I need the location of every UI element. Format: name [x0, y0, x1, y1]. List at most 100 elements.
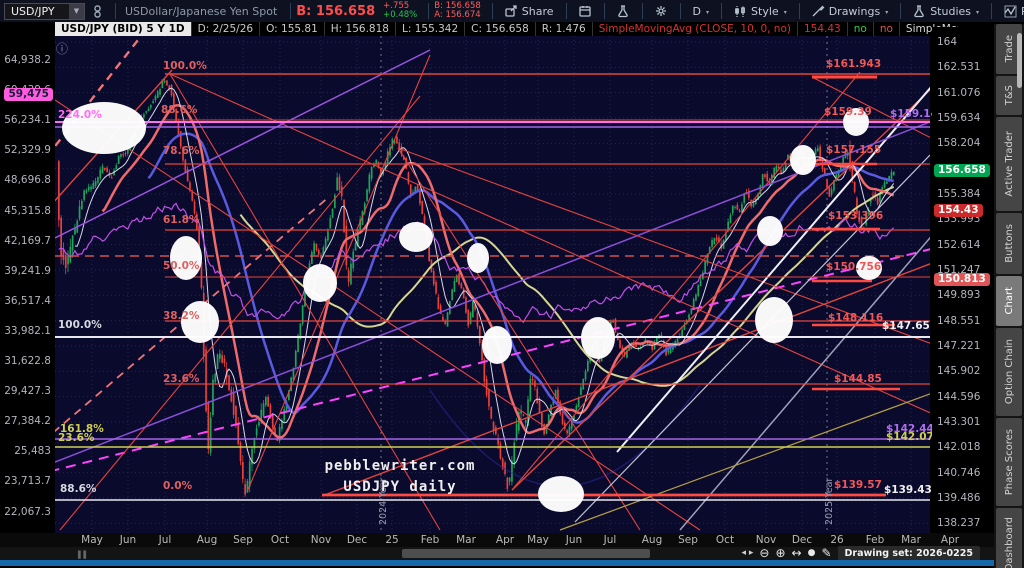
tab-phase-scores[interactable]: Phase Scores	[996, 418, 1022, 506]
fib-level-label[interactable]: 224.0%	[58, 110, 102, 121]
study-flag: no	[848, 22, 874, 36]
style-button[interactable]: Style ▾	[727, 5, 794, 18]
horizontal-scrollbar[interactable]: ▌▌ ◂ ▸ ⊖ ⊕ ↔ ● ✎ Drawing set: 2026-0225	[0, 545, 994, 561]
price-level-label[interactable]: $161.943	[826, 59, 881, 70]
symbol-input[interactable]: USD/JPY ▼	[4, 2, 85, 20]
left-axis-label: 33,982.1	[4, 324, 51, 337]
chart-title[interactable]: USD/JPY (BID) 5 Y 1D	[55, 22, 192, 36]
share-button[interactable]: Share	[498, 5, 561, 18]
info-icon[interactable]: ⓘ	[56, 40, 68, 57]
price-level-label[interactable]: $159.39	[824, 107, 872, 118]
symbol-dropdown-button[interactable]: ▼	[69, 3, 84, 19]
change-stack: +.755 +0.48%	[383, 2, 417, 20]
price-level-label[interactable]: $157.155	[826, 145, 881, 156]
tab-strip-scrollbar[interactable]	[1017, 33, 1022, 88]
style-icon	[735, 5, 745, 17]
right-axis-label: 148.551	[937, 314, 981, 327]
fib-level-label[interactable]: 161.8%	[60, 424, 104, 435]
ask-small: A: 156.674	[434, 10, 481, 20]
tab-label: T&S	[1003, 85, 1015, 106]
fib-level-label[interactable]: 61.8%	[163, 215, 199, 226]
left-axis-label: 45,315.8	[4, 204, 51, 217]
right-axis-label: 152.614	[937, 238, 981, 251]
divider	[565, 3, 567, 19]
studies-button-label: Studies	[930, 4, 972, 18]
price-level-label[interactable]: $139.57	[834, 480, 882, 491]
time-axis-label: Jun	[565, 534, 583, 546]
share-icon	[505, 4, 517, 17]
price-level-label[interactable]: $148.116	[828, 313, 883, 324]
fib-level-label[interactable]: 88.6%	[161, 105, 197, 116]
fib-level-label[interactable]: 0.0%	[163, 481, 192, 492]
fib-level-label[interactable]: 88.6%	[60, 484, 96, 495]
fib-level-label[interactable]: 38.2%	[163, 311, 199, 322]
fib-level-label[interactable]: 100.0%	[163, 61, 207, 72]
divider	[491, 3, 493, 19]
tab-label: Option Chain	[1003, 339, 1015, 405]
time-axis-label: Oct	[270, 534, 290, 546]
time-axis-label: 25	[385, 534, 399, 546]
fib-level-label[interactable]: 50.0%	[163, 261, 199, 272]
time-axis-label: Apr	[495, 534, 515, 546]
left-axis-label: 22,067.3	[4, 505, 51, 518]
pan-arrows[interactable]: ◂ ▸	[742, 548, 754, 558]
tab-option-chain[interactable]: Option Chain	[996, 328, 1022, 416]
chart-watermark: pebblewriter.com USDJPY daily	[295, 456, 505, 498]
price-level-label[interactable]: $153.396	[828, 211, 883, 222]
fib-level-label[interactable]: 23.6%	[58, 433, 94, 444]
scrollbar-grip-icon: ▌▌	[78, 551, 89, 559]
chevron-down-icon: ▾	[976, 8, 980, 16]
studies-button[interactable]: Studies ▾	[906, 5, 986, 18]
time-axis-label: Oct	[715, 534, 735, 546]
share-button-label: Share	[521, 4, 554, 18]
timeframe-button-label: D	[692, 4, 702, 18]
scrollbar-thumb[interactable]	[402, 549, 650, 558]
price-level-label[interactable]: $144.85	[834, 374, 882, 385]
tab-label: Chart	[1003, 287, 1015, 315]
chart-canvas[interactable]: 100.0% 88.6% 78.6% 61.8% 50.0% 38.2% 23.6% 0.0%…	[0, 0, 1024, 568]
calendar-icon	[578, 5, 591, 17]
price-level-label[interactable]: $150.756	[826, 262, 881, 273]
left-price-axis[interactable]: 64,938.260,439.656,234.152,329.948,696.8…	[0, 36, 55, 533]
change-percent: +0.48%	[383, 10, 418, 20]
style-button-label: Style	[751, 4, 779, 18]
study-name[interactable]: SimpleMovingAvg (CLOSE, 10, 0, no)	[593, 22, 798, 36]
left-axis-label: 64,938.2	[4, 54, 51, 66]
drawings-button[interactable]: Drawings ▾	[805, 5, 896, 18]
ohlc-field: D: 2/25/26	[192, 22, 261, 36]
tab-active-trader[interactable]: Active Trader	[996, 117, 1022, 211]
right-axis-price-badge: 154.43	[934, 204, 983, 217]
top-toolbar: USD/JPY ▼ USDollar/Japanese Yen Spot B: …	[0, 0, 1024, 22]
divider	[290, 3, 292, 19]
settings-button[interactable]	[648, 5, 675, 18]
time-axis-label: Jul	[158, 534, 172, 546]
time-axis-label: Mar	[456, 534, 476, 546]
tab-chart[interactable]: Chart	[996, 276, 1022, 326]
fib-level-label[interactable]: 78.6%	[163, 146, 199, 157]
tab-dashboard[interactable]: Dashboard	[996, 508, 1022, 568]
bid-ask-stack: B: 156.658 A: 156.674	[434, 2, 481, 20]
tab-buttons[interactable]: Buttons	[996, 213, 1022, 274]
fib-level-label[interactable]: 100.0%	[58, 320, 102, 331]
left-axis-label: 39,241.9	[4, 264, 51, 277]
patterns-icon	[1004, 5, 1017, 17]
time-axis-label: Sep	[678, 534, 698, 546]
chart-svg[interactable]	[0, 0, 1024, 568]
time-axis-label: Jun	[119, 534, 137, 546]
link-icon[interactable]	[85, 4, 110, 18]
quick-study-button[interactable]	[610, 4, 637, 18]
symbol-value[interactable]: USD/JPY	[5, 5, 69, 18]
right-axis-label: 143.301	[937, 415, 981, 428]
chevron-down-icon: ▾	[783, 8, 787, 16]
timeframe-button[interactable]: D ▾	[686, 5, 717, 18]
patterns-button[interactable]: Patterns▾	[997, 5, 1024, 18]
drawing-set-label[interactable]: Drawing set: 2026-0225	[837, 545, 980, 561]
price-level-label[interactable]: $139.432	[884, 485, 939, 496]
calendar-button[interactable]	[572, 5, 599, 18]
right-axis-label: 142.018	[937, 441, 981, 454]
price-level-label[interactable]: $147.65	[882, 321, 930, 332]
fib-level-label[interactable]: 23.6%	[163, 374, 199, 385]
ohlc-field: C: 156.658	[465, 22, 536, 36]
right-axis-price-badge: 156.658	[934, 164, 990, 177]
right-price-axis[interactable]: 164 162.531 161.076 159.634 158.204 155.384 15…	[932, 27, 994, 533]
